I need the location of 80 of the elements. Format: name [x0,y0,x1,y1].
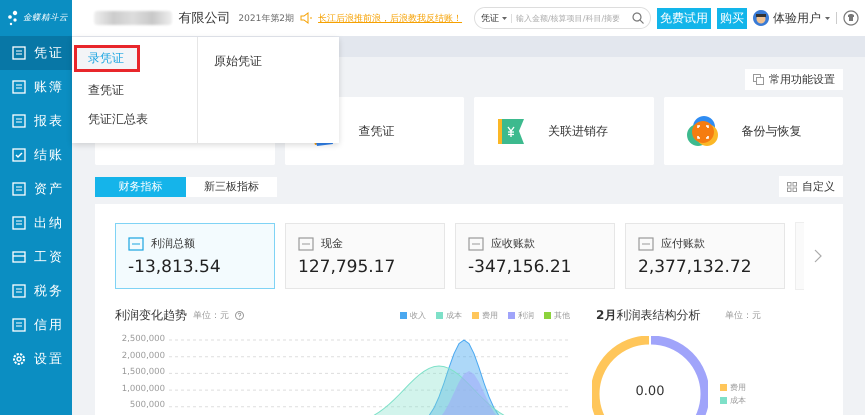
legend-label: 其他 [554,310,570,321]
document-icon [12,318,26,332]
axis-label: 2,000,000 [120,350,165,360]
search-icon [632,12,644,24]
grid-icon [787,182,797,192]
metric-value: 127,795.17 [298,257,396,277]
axis-label: 1,000,000 [120,384,165,394]
document-icon [12,114,26,128]
menu-item[interactable]: 凭证汇总表 [72,105,197,134]
common-settings-button[interactable]: 常用功能设置 [745,69,843,90]
search-field[interactable]: 凭证 输入金额/核算项目/科目/摘要 [474,7,652,29]
metric-label: 应付账款 [661,236,705,251]
unit-label: 单位：元 [725,310,761,322]
legend-label: 成本 [730,395,746,406]
menu-item[interactable]: 查凭证 [72,76,197,105]
metric-card[interactable]: 现金 127,795.17 [285,223,445,289]
card-icon [12,250,26,264]
chart-title: 利润变化趋势 [115,307,187,324]
sidebar-item[interactable]: 税务 [0,274,72,308]
quick-card[interactable]: 关联进销存 [474,97,654,165]
document-icon [12,284,26,298]
metric-icon [468,236,484,250]
caret-icon [502,16,508,20]
settings-icon [12,352,26,366]
axis-label: 500,000 [128,400,165,410]
caret-icon [825,16,830,20]
sidebar-item[interactable]: 凭证 [0,36,72,70]
copy-icon [753,74,764,85]
metric-value: 2,377,132.72 [638,257,753,277]
document-icon [12,216,26,230]
metric-label: 利润总额 [151,236,195,251]
axis-label: 2,500,000 [120,334,165,344]
customize-button[interactable]: 自定义 [779,176,843,197]
legend-label: 费用 [730,382,746,393]
sidebar-item[interactable]: 资产 [0,172,72,206]
checkbox-icon [12,148,26,162]
unit-label: 单位：元 [193,310,229,322]
scope-dropdown[interactable]: 凭证 [481,12,508,24]
document-icon [12,80,26,94]
speaker-icon [300,12,312,24]
quick-card[interactable]: 备份与恢复 [664,97,843,165]
menu-item[interactable]: 原始凭证 [214,53,339,70]
avatar-icon [753,10,770,26]
document-icon [12,182,26,196]
user-menu[interactable]: 体验用户 [753,10,830,26]
metric-icon [128,236,144,250]
sidebar-item[interactable]: 账簿 [0,70,72,104]
brand-name: 金蝶精斗云 [23,12,68,24]
document-icon [12,46,26,60]
company-name: 有限公司 [178,10,230,27]
metric-icon [298,236,314,250]
chart-title: 2月利润表结构分析 [596,307,700,324]
metric-card[interactable]: 应收账款 -347,156.21 [455,223,615,289]
shirt-icon[interactable] [843,10,859,26]
legend-label: 费用 [482,310,498,321]
sidebar-item[interactable]: 工资 [0,240,72,274]
sidebar-item[interactable]: 结账 [0,138,72,172]
metric-label: 现金 [321,236,343,251]
metric-label: 应收账款 [491,236,535,251]
yuan-flag-icon [496,116,526,146]
legend-label: 利润 [518,310,534,321]
legend-label: 成本 [446,310,462,321]
logo-icon [6,10,20,26]
metric-card[interactable]: 利润总额 -13,813.54 [115,223,275,289]
metric-icon [638,236,654,250]
metric-card[interactable]: 应付账款 2,377,132.72 [625,223,785,289]
period-label: 2021年第2期 [238,12,294,24]
axis-label: 1,500,000 [120,367,165,377]
donut-value: 0.00 [634,384,666,399]
backup-icon [686,114,720,148]
sidebar-item[interactable]: 设置 [0,342,72,376]
sidebar-item[interactable]: 信用 [0,308,72,342]
metric-value: -13,813.54 [128,257,222,277]
sidebar-item[interactable]: 报表 [0,104,72,138]
help-icon [235,311,244,320]
metric-value: -347,156.21 [468,257,572,277]
chevron-right-icon[interactable] [814,249,822,263]
tab[interactable]: 新三板指标 [186,176,277,196]
legend-label: 收入 [410,310,426,321]
sidebar-item[interactable]: 出纳 [0,206,72,240]
